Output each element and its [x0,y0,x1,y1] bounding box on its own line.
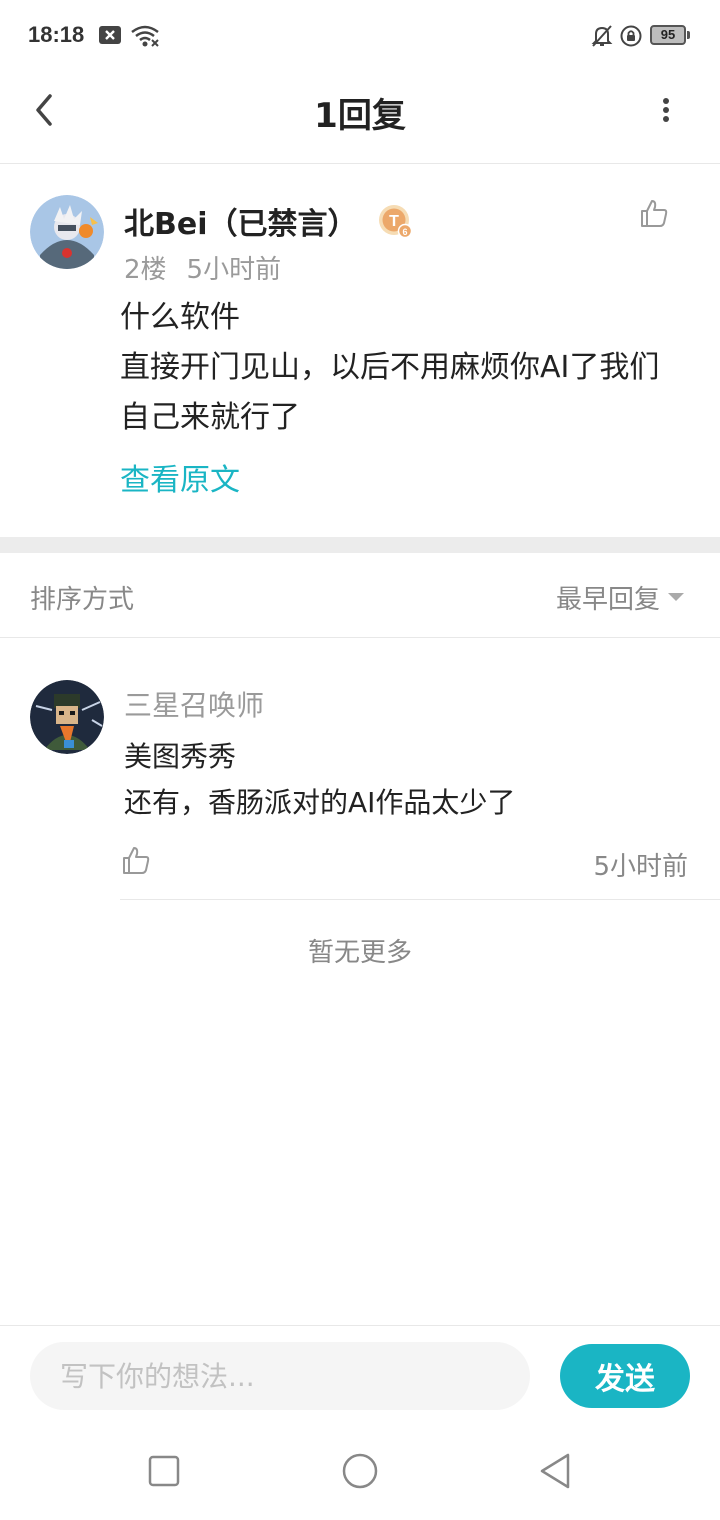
post-author-row: 北Bei（已禁言） T 6 [124,199,412,243]
level-badge-number: 6 [402,227,407,237]
reply-item: 三星召唤师 美图秀秀 还有，香肠派对的AI作品太少了 5小时前 [0,638,720,900]
avatar[interactable] [30,680,104,754]
post-content-line: 直接开门见山，以后不用麻烦你AI了我们 [120,350,660,385]
reply-author-name[interactable]: 三星召唤师 [124,684,264,724]
system-nav-bar [0,1425,720,1520]
post-meta: 2楼 5小时前 [124,249,281,286]
rotation-lock-icon [620,25,642,47]
send-button[interactable]: 发送 [560,1344,690,1408]
thumbs-up-icon[interactable] [120,844,152,876]
home-icon[interactable] [340,1451,380,1491]
post-content-line: 自己来就行了 [120,400,300,435]
sort-dropdown[interactable]: 最早回复 [556,579,660,616]
recent-apps-icon[interactable] [144,1451,184,1491]
status-bar: 18:18 95 [0,0,720,74]
battery-icon: 95 [650,25,686,45]
battery-tip [687,31,690,39]
no-more-text: 暂无更多 [307,938,412,968]
divider [120,899,720,900]
status-time: 18:18 [28,22,85,47]
avatar[interactable] [30,195,104,269]
nav-bar: 1回复 [0,74,720,164]
post-author-name[interactable]: 北Bei（已禁言） [124,199,358,243]
vertical-ellipsis-icon[interactable] [652,90,680,130]
reply-content: 美图秀秀 还有，香肠派对的AI作品太少了 [124,734,684,826]
post-floor: 2楼 [124,255,167,285]
level-badge-letter: T [389,213,399,230]
sort-label: 排序方式 [30,585,135,615]
section-gap [0,537,720,553]
comment-input[interactable] [30,1342,530,1410]
notification-x-icon [99,26,121,44]
comment-input-bar: 发送 [0,1325,720,1425]
level-badge-icon: T 6 [378,205,412,238]
mute-bell-icon [591,25,613,47]
post-content-line: 什么软件 [120,300,240,335]
reply-time: 5小时前 [593,852,688,882]
back-triangle-icon[interactable] [536,1451,576,1491]
sort-bar: 排序方式 最早回复 [0,553,720,638]
wifi-icon [131,25,159,47]
page-title: 1回复 [314,96,406,136]
post-content: 什么软件 直接开门见山，以后不用麻烦你AI了我们 自己来就行了 [120,293,700,443]
reply-content-line: 美图秀秀 [124,740,237,773]
thumbs-up-icon[interactable] [638,197,670,229]
caret-down-icon[interactable] [668,593,684,601]
post-time: 5小时前 [186,255,282,285]
reply-content-line: 还有，香肠派对的AI作品太少了 [124,786,516,819]
view-original-link[interactable]: 查看原文 [120,455,240,499]
original-post: 北Bei（已禁言） T 6 2楼 5小时前 什么软件 直接开门见山，以后不用麻烦你… [0,165,720,537]
